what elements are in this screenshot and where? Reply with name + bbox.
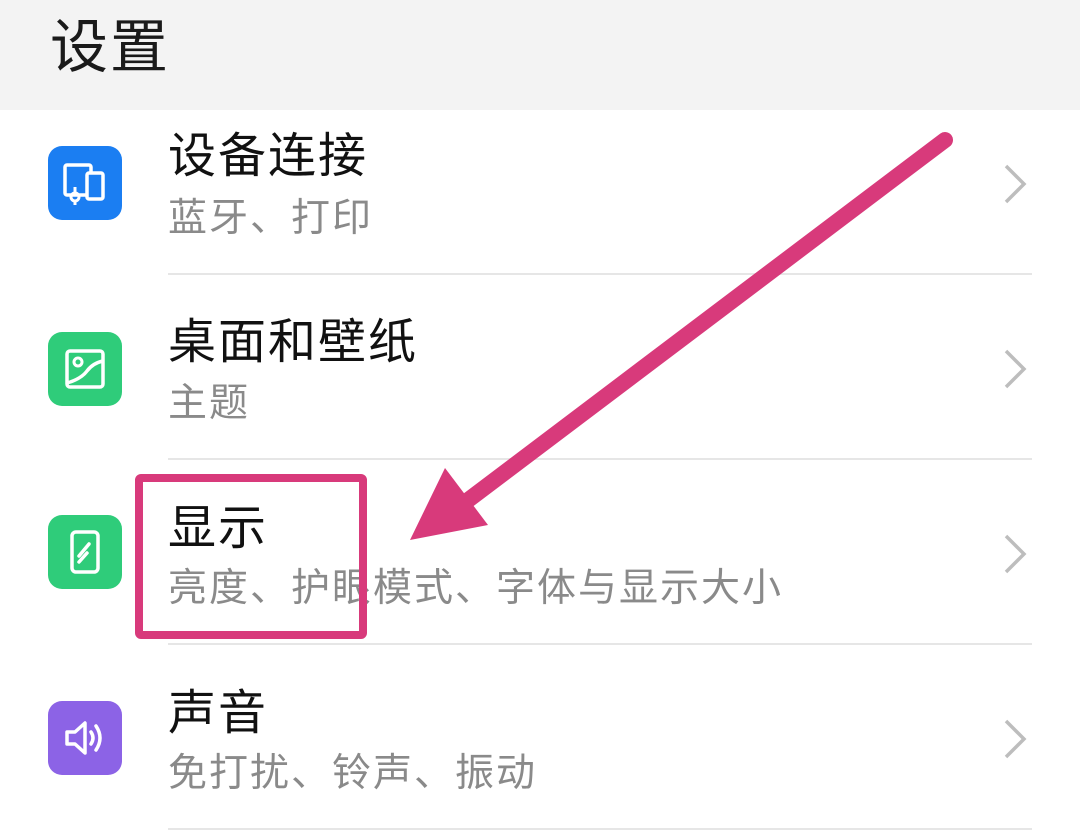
item-subtitle: 亮度、护眼模式、字体与显示大小 — [168, 566, 784, 611]
settings-item-wallpaper[interactable]: 桌面和壁纸 主题 — [0, 275, 1080, 460]
chevron-right-icon — [1004, 349, 1027, 389]
settings-item-display[interactable]: 显示 亮度、护眼模式、字体与显示大小 — [0, 460, 1080, 645]
chevron-right-icon — [1004, 164, 1027, 204]
item-subtitle: 蓝牙、打印 — [168, 196, 374, 241]
item-subtitle: 免打扰、铃声、振动 — [168, 751, 538, 796]
item-subtitle: 主题 — [168, 381, 251, 426]
item-title: 桌面和壁纸 — [168, 314, 419, 370]
item-title: 声音 — [168, 685, 269, 741]
settings-item-sound[interactable]: 声音 免打扰、铃声、振动 — [0, 645, 1080, 830]
item-title: 设备连接 — [168, 128, 369, 184]
item-title: 显示 — [168, 500, 269, 556]
header-bar: 设置 — [0, 0, 1080, 110]
sound-icon — [48, 701, 122, 775]
wallpaper-icon — [48, 332, 122, 406]
divider — [168, 828, 1032, 830]
display-icon — [48, 515, 122, 589]
chevron-right-icon — [1004, 719, 1027, 759]
settings-item-device-connection[interactable]: 设备连接 蓝牙、打印 — [0, 110, 1080, 295]
settings-list: 设备连接 蓝牙、打印 桌面和壁纸 主题 显示 亮度、护眼模式、字体与显示大小 声… — [0, 110, 1080, 833]
page-title: 设置 — [50, 13, 171, 81]
chevron-right-icon — [1004, 534, 1027, 574]
device-connection-icon — [48, 146, 122, 220]
